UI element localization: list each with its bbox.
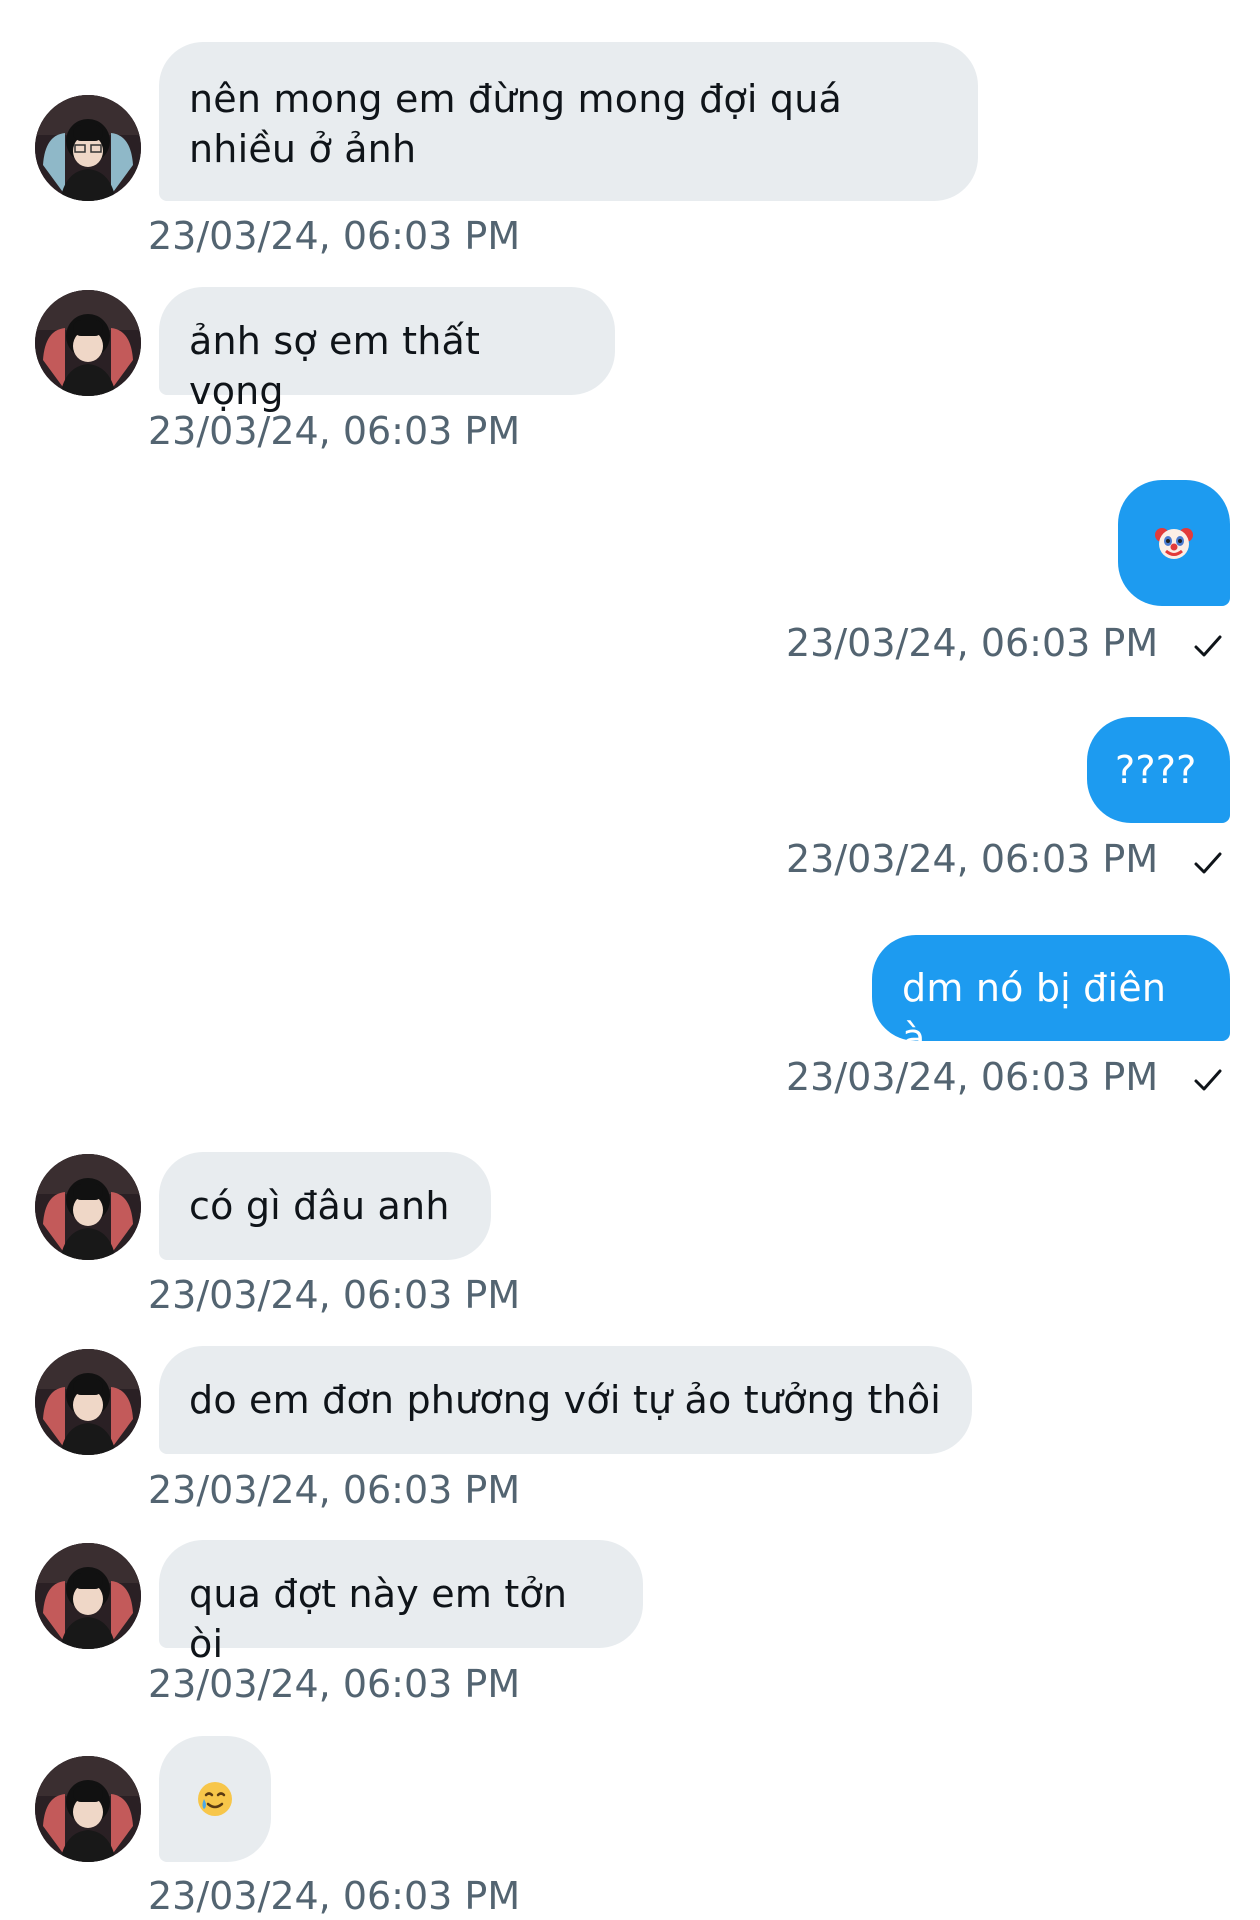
sent-check-icon	[1194, 852, 1222, 874]
sent-check-icon	[1194, 1069, 1222, 1091]
sender-avatar[interactable]	[35, 95, 141, 201]
sender-avatar[interactable]	[35, 1756, 141, 1862]
message-bubble[interactable]: dm nó bị điên à	[872, 935, 1230, 1060]
message-timestamp: 23/03/24, 06:03 PM	[148, 214, 521, 258]
sender-avatar[interactable]	[35, 1349, 141, 1455]
message-bubble[interactable]: ????	[1087, 717, 1230, 823]
message-timestamp: 23/03/24, 06:03 PM	[786, 1055, 1159, 1099]
message-text: qua đợt này em tởn òi	[189, 1572, 568, 1666]
message-timestamp: 23/03/24, 06:03 PM	[148, 1468, 521, 1512]
sender-avatar[interactable]	[35, 1543, 141, 1649]
clown-face-icon	[1155, 528, 1193, 559]
message-bubble[interactable]	[159, 1736, 271, 1862]
message-text: dm nó bị điên à	[902, 966, 1167, 1060]
message-bubble[interactable]: do em đơn phương với tự ảo tưởng thôi	[159, 1346, 972, 1454]
message-text: ????	[1115, 748, 1197, 792]
message-timestamp: 23/03/24, 06:03 PM	[786, 621, 1159, 665]
message-bubble[interactable]: có gì đâu anh	[159, 1152, 491, 1260]
message-bubble[interactable]: nên mong em đừng mong đợi quá nhiều ở ản…	[159, 42, 978, 201]
message-text: có gì đâu anh	[189, 1184, 450, 1228]
message-bubble[interactable]: qua đợt này em tởn òi	[159, 1540, 643, 1666]
message-text: nên mong em đừng mong đợi quá nhiều ở ản…	[189, 77, 842, 171]
message-timestamp: 23/03/24, 06:03 PM	[148, 1273, 521, 1317]
sender-avatar[interactable]	[35, 1154, 141, 1260]
smiling-face-with-tear-icon	[198, 1782, 232, 1816]
message-text: ảnh sợ em thất vọng	[189, 319, 481, 413]
sent-check-icon	[1194, 635, 1222, 657]
message-bubble[interactable]: ảnh sợ em thất vọng	[159, 287, 615, 413]
message-timestamp: 23/03/24, 06:03 PM	[786, 837, 1159, 881]
message-bubble[interactable]	[1118, 480, 1230, 606]
sender-avatar[interactable]	[35, 290, 141, 396]
message-timestamp: 23/03/24, 06:03 PM	[148, 1662, 521, 1706]
message-text: do em đơn phương với tự ảo tưởng thôi	[189, 1378, 942, 1422]
message-timestamp: 23/03/24, 06:03 PM	[148, 409, 521, 453]
message-timestamp: 23/03/24, 06:03 PM	[148, 1874, 521, 1918]
